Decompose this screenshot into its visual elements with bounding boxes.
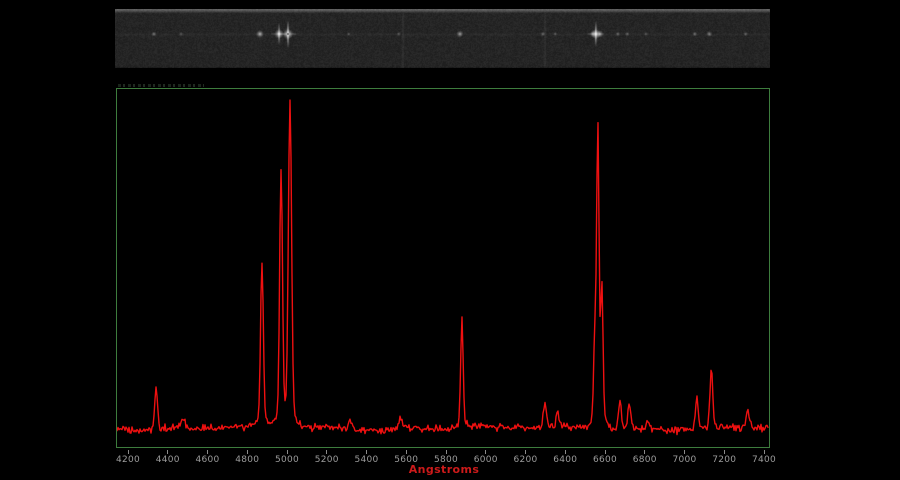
x-tick-label: 5000 — [274, 455, 300, 465]
x-tick-mark — [246, 450, 248, 454]
x-tick-label: 4400 — [155, 455, 180, 465]
x-tick-label: 5200 — [314, 455, 339, 465]
spectrum-trace — [117, 99, 769, 436]
x-tick-mark — [644, 450, 646, 454]
x-tick-mark — [286, 450, 288, 454]
x-tick-mark — [207, 450, 208, 454]
x-tick-mark — [604, 450, 606, 454]
x-tick-mark — [763, 450, 765, 454]
x-tick-mark — [366, 450, 367, 454]
x-tick-label: 7200 — [712, 455, 737, 465]
faint-text-artifact — [118, 84, 204, 87]
x-tick-mark — [405, 450, 407, 454]
x-tick-mark — [445, 450, 447, 454]
x-axis-title: Angstroms — [408, 463, 480, 476]
spectrum-line-chart — [117, 99, 769, 436]
x-tick-label: 6400 — [553, 455, 578, 465]
x-tick-mark — [167, 450, 169, 454]
spectrum-plot-frame — [116, 88, 770, 448]
x-tick-mark — [525, 450, 526, 454]
x-tick-label: 5400 — [354, 455, 379, 465]
x-tick-mark — [684, 450, 685, 454]
x-tick-label: 6200 — [513, 455, 538, 465]
x-tick-label: 4200 — [115, 455, 141, 465]
x-tick-label: 7400 — [751, 455, 777, 465]
x-tick-mark — [564, 450, 566, 454]
x-tick-label: 6800 — [632, 455, 657, 465]
x-tick-label: 4600 — [195, 455, 220, 465]
x-tick-label: 6600 — [592, 455, 618, 465]
spectroscopy-app: 4200 4400 4600 4800 5000 5200 5400 5600 5800 6000… — [0, 0, 900, 480]
x-tick-mark — [127, 450, 129, 454]
x-tick-mark — [485, 450, 487, 454]
x-tick-label: 7000 — [672, 455, 697, 465]
x-tick-mark — [723, 450, 725, 454]
spectrum-strip-image — [115, 9, 770, 68]
x-tick-label: 4800 — [235, 455, 260, 465]
x-tick-mark — [326, 450, 328, 454]
